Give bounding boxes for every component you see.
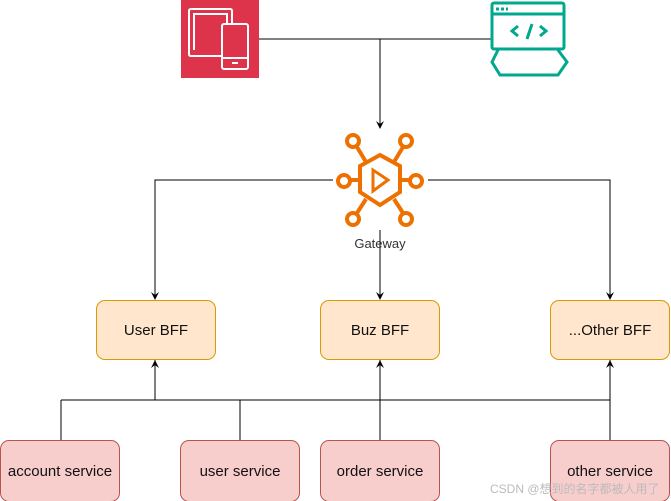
api-gateway-icon bbox=[336, 133, 424, 227]
watermark: CSDN @想到的名字都被人用了 bbox=[490, 482, 660, 496]
user-bff-node[interactable]: User BFF bbox=[96, 300, 216, 360]
web-browser-code-icon bbox=[490, 1, 569, 77]
gateway-to-other-bff bbox=[428, 179, 611, 299]
gateway-label: Gateway bbox=[354, 236, 406, 251]
account-service-node[interactable]: account service bbox=[0, 440, 120, 501]
connectors bbox=[60, 0, 614, 440]
diagram: Gateway User BFF Buz BFF ...Other BFF ac… bbox=[0, 0, 671, 501]
buz-bff-node[interactable]: Buz BFF bbox=[320, 300, 440, 360]
mobile-devices-icon bbox=[181, 0, 259, 78]
order-service-node[interactable]: order service bbox=[320, 440, 440, 501]
gateway-to-user-bff bbox=[154, 179, 333, 299]
user-service-node[interactable]: user service bbox=[180, 440, 300, 501]
other-bff-node[interactable]: ...Other BFF bbox=[550, 300, 670, 360]
